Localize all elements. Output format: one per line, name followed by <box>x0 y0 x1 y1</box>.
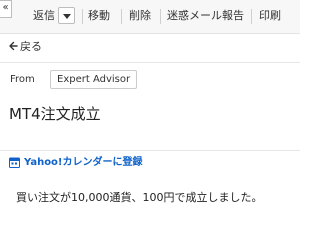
reply-button[interactable]: 返信 <box>33 9 55 23</box>
add-to-calendar-link[interactable]: Yahoo!カレンダーに登録 <box>24 156 143 169</box>
from-label: From <box>10 74 35 85</box>
toolbar-divider <box>82 9 83 24</box>
collapse-sidebar-button[interactable]: « <box>0 0 12 18</box>
delete-button[interactable]: 削除 <box>129 9 151 23</box>
back-link[interactable]: 戻る <box>20 40 42 54</box>
message-subject: MT4注文成立 <box>9 105 101 123</box>
toolbar-divider <box>251 9 252 24</box>
toolbar-divider <box>121 9 122 24</box>
toolbar-divider <box>160 9 161 24</box>
calendar-icon[interactable] <box>9 157 20 168</box>
mail-view: « 返信 移動 削除 迷惑メール報告 印刷 戻る From Expert Adv… <box>0 0 300 216</box>
message-body: 買い注文が10,000通貨、100円で成立しました。 <box>16 191 263 204</box>
move-button[interactable]: 移動 <box>88 9 110 23</box>
print-button[interactable]: 印刷 <box>259 9 281 23</box>
back-arrow-icon[interactable] <box>9 40 18 52</box>
spam-report-button[interactable]: 迷惑メール報告 <box>167 9 244 23</box>
toolbar: « 返信 移動 削除 迷惑メール報告 印刷 <box>0 0 300 34</box>
back-nav-row <box>0 34 300 63</box>
reply-options-dropdown[interactable] <box>58 7 75 24</box>
sender-chip[interactable]: Expert Advisor <box>50 70 138 89</box>
header-divider <box>0 150 300 151</box>
